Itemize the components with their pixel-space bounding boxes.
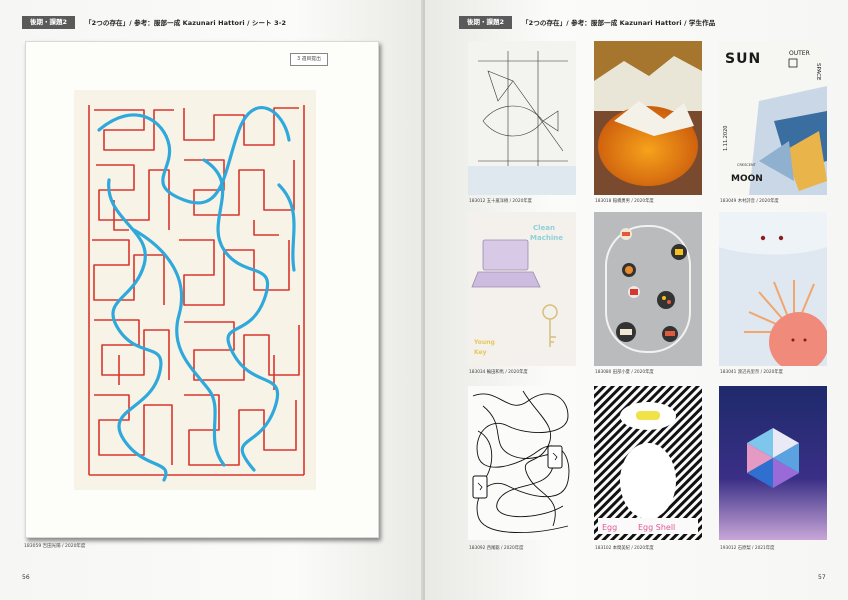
right-page: 後期・課題2 「2つの存在」/ 参考：服部一成 Kazunari Hattori… [425, 0, 848, 600]
submission-stamp: 3 週目提出 [290, 53, 328, 66]
laptop-key-illustration: Clean Machine Young Key [468, 212, 576, 366]
egg-shell-text: Egg Shell [638, 523, 675, 532]
egg-yolk-photo [594, 41, 702, 195]
crescent-text: CRESCENT [737, 163, 757, 167]
work-caption-7: 183092 西尾聡 / 2020年度 [469, 546, 524, 551]
work-thumbnail-9 [719, 386, 827, 540]
work-thumbnail-3: SUN OUTER SPACE MOON 1.11.2020 CRESCENT [719, 41, 827, 195]
work-thumbnail-2 [594, 41, 702, 195]
left-page-header: 後期・課題2 「2つの存在」/ 参考：服部一成 Kazunari Hattori… [22, 15, 286, 29]
space-text: SPACE [815, 63, 821, 81]
young-text: Young [473, 339, 495, 346]
key-text: Key [474, 349, 487, 356]
sketch-fish-illustration [468, 41, 576, 195]
work-caption-1: 183012 五十嵐洋樹 / 2020年度 [469, 199, 532, 204]
book-spread: 後期・課題2 「2つの存在」/ 参考：服部一成 Kazunari Hattori… [0, 0, 848, 600]
work-caption-2: 183018 稲橋勇男 / 2020年度 [595, 199, 654, 204]
outer-text: OUTER [789, 50, 810, 57]
work-caption-6: 183041 渡辺光里奈 / 2020年度 [720, 370, 783, 375]
work-thumbnail-1 [468, 41, 576, 195]
egg-shell-poster: Egg Egg Shell [594, 386, 702, 540]
clean-text: Clean [533, 224, 555, 232]
work-caption-3: 183049 木村詩音 / 2020年度 [720, 199, 779, 204]
machine-text: Machine [530, 234, 563, 242]
work-caption-5: 183080 田部小夏 / 2020年度 [595, 370, 654, 375]
right-page-header: 後期・課題2 「2つの存在」/ 参考：服部一成 Kazunari Hattori… [459, 15, 715, 29]
sun-face-illustration [719, 212, 827, 366]
maze-artwork [74, 90, 316, 490]
work-thumbnail-8: Egg Egg Shell [594, 386, 702, 540]
work-caption-8: 183102 本間美紀 / 2020年度 [595, 546, 654, 551]
sun-moon-poster: SUN OUTER SPACE MOON 1.11.2020 CRESCENT [719, 41, 827, 195]
sushi-track-illustration [594, 212, 702, 366]
section-tag: 後期・課題2 [459, 15, 513, 29]
tangled-phones-illustration [468, 386, 576, 540]
maze-illustration [88, 105, 305, 482]
work-caption-9: 193012 石原梨 / 2021年度 [720, 546, 775, 551]
work-thumbnail-4: Clean Machine Young Key [468, 212, 576, 366]
section-tag: 後期・課題2 [22, 15, 76, 29]
left-page: 後期・課題2 「2つの存在」/ 参考：服部一成 Kazunari Hattori… [0, 0, 423, 600]
sun-text: SUN [725, 51, 761, 67]
egg-text: Egg [602, 523, 617, 532]
page-title: 「2つの存在」/ 参考：服部一成 Kazunari Hattori / 学生作品 [522, 19, 716, 27]
date-text: 1.11.2020 [723, 126, 729, 151]
work-thumbnail-7 [468, 386, 576, 540]
page-number-left: 56 [22, 574, 30, 581]
moon-text: MOON [731, 174, 763, 184]
work-thumbnail-6 [719, 212, 827, 366]
artwork-caption: 183059 吉田光陽 / 2020年度 [24, 544, 86, 549]
page-title: 「2つの存在」/ 参考：服部一成 Kazunari Hattori / シート … [85, 19, 287, 27]
page-number-right: 57 [818, 574, 826, 581]
work-caption-4: 183034 輪田和馬 / 2020年度 [469, 370, 528, 375]
work-thumbnail-5 [594, 212, 702, 366]
hexagon-cube-poster [719, 386, 827, 540]
